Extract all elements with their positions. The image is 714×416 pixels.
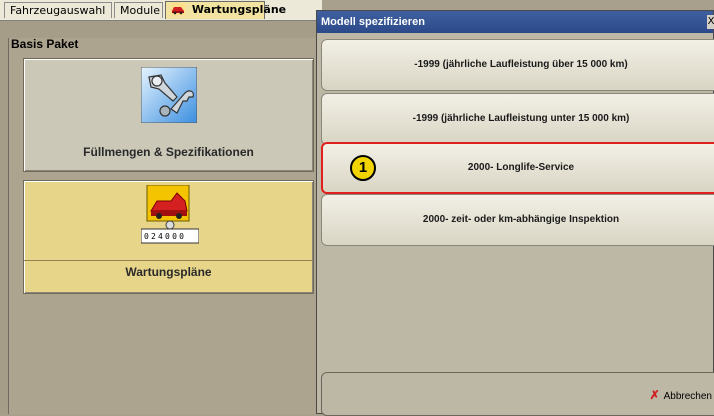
option-longlife-service[interactable]: 1 2000- Longlife-Service xyxy=(321,142,714,194)
model-dialog: Modell spezifizieren X -1999 (jährliche … xyxy=(316,10,714,416)
tab-bar: Fahrzeugauswahl Module Wartungspläne xyxy=(0,0,322,21)
cancel-label: Abbrechen xyxy=(663,391,712,402)
section-title: Basis Paket xyxy=(11,37,79,51)
tile-label: Füllmengen & Spezifikationen xyxy=(83,145,254,159)
tab-fahrzeugauswahl[interactable]: Fahrzeugauswahl xyxy=(4,2,112,18)
option-pre1999-under15000[interactable]: -1999 (jährliche Laufleistung unter 15 0… xyxy=(321,93,714,145)
option-label: 2000- Longlife-Service xyxy=(467,162,575,173)
car-service-icon: 024000 xyxy=(140,184,200,244)
tab-label: Wartungspläne xyxy=(191,3,287,16)
tab-wartungsplaene[interactable]: Wartungspläne xyxy=(165,1,286,19)
step-badge: 1 xyxy=(350,155,376,181)
tile-fuellmengen[interactable]: Füllmengen & Spezifikationen xyxy=(23,58,314,172)
close-button[interactable]: X xyxy=(707,15,714,29)
option-label: -1999 (jährliche Laufleistung unter 15 0… xyxy=(412,113,630,124)
tile-label: Wartungspläne xyxy=(125,265,212,279)
option-inspection[interactable]: 2000- zeit- oder km-abhängige Inspektion xyxy=(321,194,714,246)
car-icon xyxy=(171,3,185,15)
option-label: -1999 (jährliche Laufleistung über 15 00… xyxy=(414,59,628,70)
dialog-title: Modell spezifizieren xyxy=(317,11,713,33)
option-pre1999-over15000[interactable]: -1999 (jährliche Laufleistung über 15 00… xyxy=(321,39,714,91)
option-label: 2000- zeit- oder km-abhängige Inspektion xyxy=(422,214,620,225)
tab-label: Fahrzeugauswahl xyxy=(10,4,106,17)
cancel-button[interactable]: ✗ Abbrechen xyxy=(650,388,712,402)
tab-label: Module xyxy=(120,4,160,17)
tab-module[interactable]: Module xyxy=(114,2,163,18)
odometer-text: 024000 xyxy=(144,232,186,241)
cancel-icon: ✗ xyxy=(649,388,660,402)
dialog-footer: ✗ Abbrechen xyxy=(321,372,714,416)
app-window: Fahrzeugauswahl Module Wartungspläne Bas… xyxy=(0,0,323,414)
tile-divider xyxy=(24,260,313,261)
wrench-icon xyxy=(140,66,198,124)
tile-wartungsplaene[interactable]: 024000 Wartungspläne xyxy=(23,180,314,294)
